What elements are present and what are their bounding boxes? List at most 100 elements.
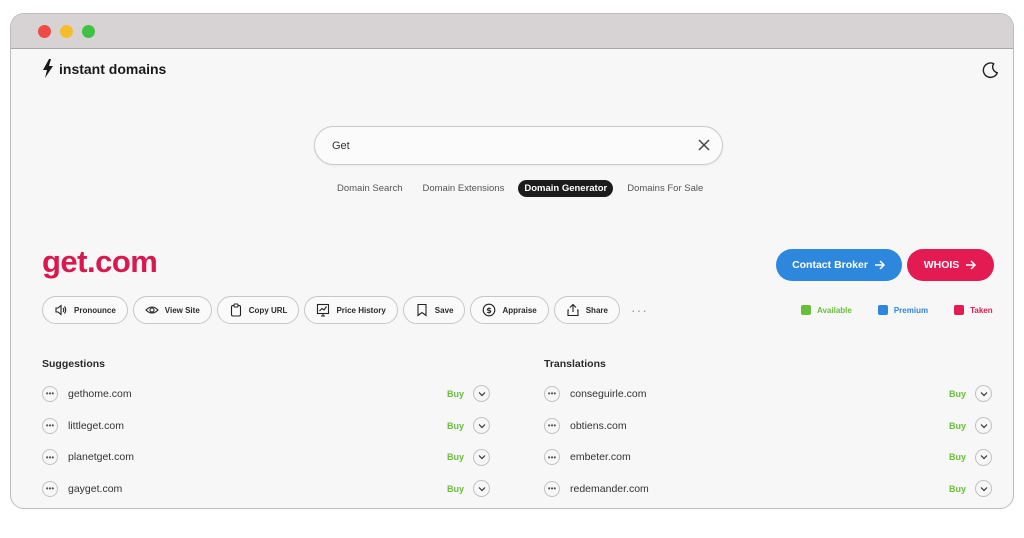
- logo-text: instant domains: [59, 60, 167, 77]
- list-item: ••• embeter.com Buy: [544, 441, 994, 473]
- options-icon[interactable]: •••: [42, 417, 58, 434]
- legend-label: Taken: [970, 305, 993, 315]
- search-mode-tabs: Domain Search Domain Extensions Domain G…: [331, 180, 709, 197]
- logo[interactable]: instant domains: [42, 59, 166, 78]
- list-item: ••• obtiens.com Buy: [544, 410, 994, 442]
- arrow-right-icon: [966, 260, 977, 270]
- speaker-icon: [55, 304, 67, 316]
- tab-domain-generator[interactable]: Domain Generator: [518, 180, 614, 197]
- search-bar: [314, 126, 723, 165]
- expand-button[interactable]: [473, 448, 490, 466]
- bookmark-icon: [417, 303, 427, 317]
- buy-button[interactable]: Buy: [447, 484, 464, 494]
- legend: Available Premium Taken: [801, 305, 993, 315]
- expand-button[interactable]: [473, 417, 490, 435]
- copy-url-label: Copy URL: [248, 305, 288, 315]
- close-icon[interactable]: [697, 138, 711, 152]
- chevron-down-icon: [980, 423, 987, 428]
- appraise-label: Appraise: [502, 305, 537, 315]
- eye-icon: [145, 306, 159, 314]
- share-button[interactable]: Share: [553, 296, 620, 324]
- legend-swatch-taken: [954, 305, 965, 315]
- domain-name[interactable]: planetget.com: [68, 451, 134, 463]
- legend-label: Available: [817, 305, 852, 315]
- page-content: instant domains Domain Search Domain Ext…: [11, 49, 1013, 508]
- price-history-label: Price History: [336, 305, 386, 315]
- expand-button[interactable]: [975, 480, 992, 498]
- buy-button[interactable]: Buy: [949, 421, 966, 431]
- tab-domain-extensions[interactable]: Domain Extensions: [416, 180, 510, 197]
- options-icon[interactable]: •••: [42, 480, 58, 497]
- buy-button[interactable]: Buy: [447, 421, 464, 431]
- title-bar: [11, 14, 1013, 49]
- pronounce-button[interactable]: Pronounce: [42, 296, 128, 324]
- tab-domains-for-sale[interactable]: Domains For Sale: [621, 180, 709, 197]
- svg-text:$: $: [487, 306, 493, 315]
- bolt-icon: [43, 59, 53, 78]
- translations-list: ••• conseguirle.com Buy ••• obtiens.com …: [544, 378, 994, 505]
- contact-broker-button[interactable]: Contact Broker: [776, 249, 902, 281]
- buy-button[interactable]: Buy: [949, 452, 966, 462]
- domain-name[interactable]: embeter.com: [570, 451, 631, 463]
- options-icon[interactable]: •••: [544, 417, 560, 434]
- domain-title: get.com: [42, 244, 158, 279]
- buy-button[interactable]: Buy: [949, 389, 966, 399]
- options-icon[interactable]: •••: [544, 480, 560, 497]
- chevron-down-icon: [478, 455, 485, 460]
- maximize-window-button[interactable]: [82, 25, 95, 38]
- domain-name[interactable]: littleget.com: [68, 420, 124, 432]
- translations-heading: Translations: [544, 358, 606, 370]
- expand-button[interactable]: [473, 385, 490, 403]
- chevron-down-icon: [980, 455, 987, 460]
- legend-swatch-premium: [877, 305, 888, 315]
- minimize-window-button[interactable]: [60, 25, 73, 38]
- list-item: ••• conseguirle.com Buy: [544, 378, 994, 410]
- price-history-button[interactable]: Price History: [304, 296, 398, 324]
- buy-button[interactable]: Buy: [447, 389, 464, 399]
- options-icon[interactable]: •••: [42, 449, 58, 466]
- tab-domain-search[interactable]: Domain Search: [331, 180, 408, 197]
- legend-available: Available: [801, 305, 852, 315]
- list-item: ••• littleget.com Buy: [42, 410, 492, 442]
- save-label: Save: [434, 305, 454, 315]
- expand-button[interactable]: [975, 385, 992, 403]
- options-icon[interactable]: •••: [544, 449, 560, 466]
- expand-button[interactable]: [975, 448, 992, 466]
- chevron-down-icon: [980, 486, 987, 492]
- search-input[interactable]: [332, 136, 672, 156]
- options-icon[interactable]: •••: [544, 385, 560, 402]
- legend-swatch-available: [801, 305, 811, 315]
- close-window-button[interactable]: [38, 25, 51, 38]
- share-icon: [567, 303, 579, 317]
- appraise-button[interactable]: $ Appraise: [470, 296, 549, 324]
- view-site-label: View Site: [164, 305, 200, 315]
- domain-name[interactable]: conseguirle.com: [570, 388, 646, 400]
- save-button[interactable]: Save: [402, 296, 466, 324]
- clipboard-icon: [230, 303, 241, 317]
- moon-icon[interactable]: [982, 61, 1000, 79]
- whois-button[interactable]: WHOIS: [907, 249, 994, 281]
- expand-button[interactable]: [473, 480, 490, 498]
- buy-button[interactable]: Buy: [447, 452, 464, 462]
- list-item: ••• gethome.com Buy: [42, 378, 492, 410]
- list-item: ••• redemander.com Buy: [544, 473, 994, 505]
- buy-button[interactable]: Buy: [949, 484, 966, 494]
- contact-broker-label: Contact Broker: [792, 259, 868, 271]
- more-actions-button[interactable]: ···: [631, 302, 648, 318]
- pronounce-label: Pronounce: [74, 305, 116, 315]
- domain-name[interactable]: gethome.com: [68, 388, 132, 400]
- options-icon[interactable]: •••: [42, 385, 58, 402]
- domain-name[interactable]: redemander.com: [570, 483, 649, 495]
- domain-name[interactable]: obtiens.com: [570, 420, 627, 432]
- suggestions-heading: Suggestions: [42, 358, 106, 370]
- share-label: Share: [585, 305, 608, 315]
- copy-url-button[interactable]: Copy URL: [216, 296, 300, 324]
- legend-taken: Taken: [954, 305, 993, 315]
- whois-label: WHOIS: [923, 259, 960, 271]
- view-site-button[interactable]: View Site: [132, 296, 212, 324]
- browser-window: instant domains Domain Search Domain Ext…: [10, 13, 1014, 509]
- expand-button[interactable]: [975, 417, 992, 435]
- domain-name[interactable]: gayget.com: [68, 483, 122, 495]
- chevron-down-icon: [478, 486, 485, 492]
- dollar-icon: $: [483, 303, 496, 317]
